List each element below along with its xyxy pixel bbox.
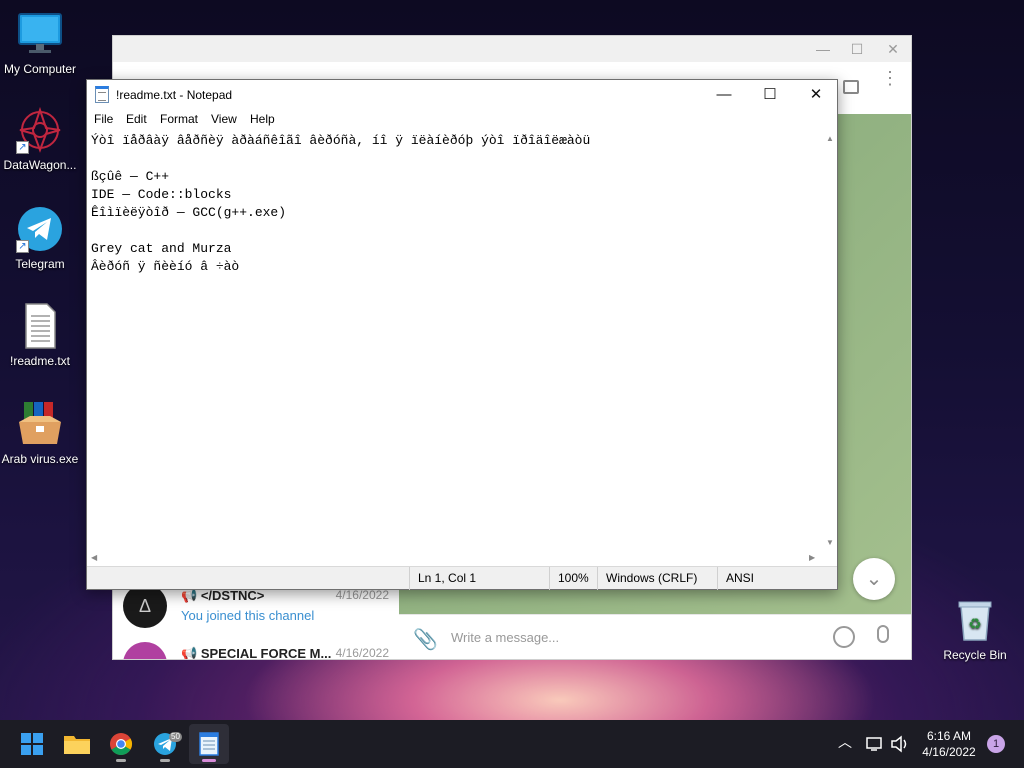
desktop-icon-label: Arab virus.exe bbox=[1, 452, 79, 466]
maximize-icon[interactable]: ☐ bbox=[843, 39, 871, 59]
telegram-titlebar: — ☐ ✕ bbox=[113, 36, 911, 62]
system-clock[interactable]: 6:16 AM 4/16/2022 bbox=[918, 728, 980, 760]
taskbar-telegram[interactable]: 50 bbox=[145, 724, 185, 764]
svg-text:♻: ♻ bbox=[968, 615, 981, 633]
text-editor[interactable]: Ýòî ïåðâàÿ âåðñèÿ àðàáñêîãî âèðóñà, íî ÿ… bbox=[87, 130, 823, 551]
recycle-bin-label: Recycle Bin bbox=[943, 648, 1007, 662]
menu-file[interactable]: File bbox=[94, 112, 113, 126]
scroll-up-arrow-icon[interactable]: ▲ bbox=[826, 134, 834, 143]
desktop-icon-label: Telegram bbox=[15, 257, 65, 271]
scroll-left-arrow-icon[interactable]: ◀ bbox=[91, 553, 97, 562]
scroll-down-arrow-icon[interactable]: ▼ bbox=[826, 538, 834, 547]
start-icon bbox=[21, 733, 43, 755]
taskbar-chrome[interactable] bbox=[101, 724, 141, 764]
message-input-bar: 📎 Write a message... bbox=[399, 614, 911, 659]
message-input[interactable]: Write a message... bbox=[451, 630, 559, 645]
chat-date: 4/16/2022 bbox=[335, 588, 389, 602]
chevron-up-icon[interactable]: ︿ bbox=[341, 646, 381, 659]
menu-bar: File Edit Format View Help bbox=[87, 110, 837, 130]
zoom-level: 100% bbox=[549, 567, 597, 590]
close-icon[interactable]: ✕ bbox=[879, 39, 907, 59]
line-ending: Windows (CRLF) bbox=[597, 567, 717, 590]
emoji-icon[interactable] bbox=[833, 626, 855, 648]
notepad-titlebar[interactable]: !readme.txt - Notepad — ☐ ✕ bbox=[87, 80, 837, 110]
chat-last-message: You joined this channel bbox=[181, 608, 315, 623]
desktop-icon-readme[interactable]: !readme.txt bbox=[0, 302, 80, 368]
sidebar-toggle-icon[interactable] bbox=[843, 80, 859, 94]
taskbar: 50 ︿ 6:16 AM 4/16/2022 bbox=[0, 720, 1024, 768]
close-button[interactable]: ✕ bbox=[793, 80, 839, 110]
minimize-button[interactable]: — bbox=[701, 80, 747, 110]
notepad-icon bbox=[95, 86, 109, 103]
unread-badge: 50 bbox=[169, 732, 182, 742]
notification-badge[interactable]: 1 bbox=[987, 735, 1005, 753]
recycle-bin-icon: ♻ bbox=[955, 598, 995, 642]
chat-list-item[interactable]: Δ 📢 </DSTNC> 4/16/2022 You joined this c… bbox=[113, 584, 399, 628]
taskbar-file-explorer[interactable] bbox=[57, 724, 97, 764]
monitor-icon bbox=[16, 10, 64, 58]
more-options-icon[interactable]: ⋮ bbox=[881, 69, 899, 87]
running-indicator bbox=[116, 759, 126, 762]
desktop-icon-datawagon[interactable]: ↗ DataWagon... bbox=[0, 106, 80, 172]
desktop-icon-my-computer[interactable]: My Computer bbox=[0, 10, 80, 76]
maximize-button[interactable]: ☐ bbox=[747, 80, 793, 110]
notepad-window: !readme.txt - Notepad — ☐ ✕ File Edit Fo… bbox=[86, 79, 838, 590]
telegram-icon bbox=[154, 733, 176, 755]
desktop-icon-label: !readme.txt bbox=[9, 354, 71, 368]
menu-format[interactable]: Format bbox=[160, 112, 198, 126]
window-title: !readme.txt - Notepad bbox=[116, 88, 233, 102]
running-indicator bbox=[202, 759, 216, 762]
avatar bbox=[123, 642, 167, 659]
chat-name: 📢 </DSTNC> bbox=[181, 588, 265, 603]
telegram-icon: ↗ bbox=[16, 205, 64, 253]
chevron-up-icon[interactable]: ︿ bbox=[838, 732, 852, 768]
vertical-scrollbar[interactable]: ▲ ▼ bbox=[823, 130, 837, 551]
desktop-icon-label: My Computer bbox=[3, 62, 77, 76]
notepad-icon bbox=[199, 732, 219, 756]
desktop-icon-recycle-bin[interactable]: ♻ Recycle Bin bbox=[940, 598, 1010, 662]
shortcut-arrow-icon: ↗ bbox=[16, 141, 29, 154]
network-icon[interactable] bbox=[866, 736, 884, 768]
menu-help[interactable]: Help bbox=[250, 112, 275, 126]
volume-icon[interactable] bbox=[890, 735, 910, 768]
datawagon-icon: ↗ bbox=[16, 106, 64, 154]
status-bar: Ln 1, Col 1 100% Windows (CRLF) ANSI bbox=[87, 566, 837, 590]
microphone-icon[interactable] bbox=[877, 625, 889, 643]
text-file-icon bbox=[16, 302, 64, 350]
horizontal-scrollbar[interactable]: ◀ ▶ bbox=[87, 551, 823, 565]
winrar-archive-icon bbox=[16, 400, 64, 448]
desktop-icon-telegram[interactable]: ↗ Telegram bbox=[0, 205, 80, 271]
scroll-down-button[interactable]: ⌄ bbox=[853, 558, 895, 600]
chat-name: 📢 SPECIAL FORCE M... bbox=[181, 646, 332, 660]
menu-view[interactable]: View bbox=[211, 112, 237, 126]
minimize-icon[interactable]: — bbox=[809, 39, 837, 59]
file-explorer-icon bbox=[64, 736, 90, 754]
running-indicator bbox=[160, 759, 170, 762]
clock-time: 6:16 AM bbox=[926, 729, 972, 743]
attach-icon[interactable]: 📎 bbox=[413, 627, 438, 652]
scroll-right-arrow-icon[interactable]: ▶ bbox=[809, 553, 815, 562]
start-button[interactable] bbox=[12, 724, 52, 764]
cursor-position: Ln 1, Col 1 bbox=[409, 567, 549, 590]
avatar: Δ bbox=[123, 584, 167, 628]
menu-edit[interactable]: Edit bbox=[126, 112, 147, 126]
encoding: ANSI bbox=[717, 567, 837, 590]
shortcut-arrow-icon: ↗ bbox=[16, 240, 29, 253]
chrome-icon bbox=[110, 733, 132, 755]
desktop-icon-label: DataWagon... bbox=[3, 158, 77, 172]
desktop-icon-arab-virus[interactable]: Arab virus.exe bbox=[0, 400, 80, 466]
taskbar-notepad[interactable] bbox=[189, 724, 229, 764]
clock-date: 4/16/2022 bbox=[922, 745, 976, 759]
